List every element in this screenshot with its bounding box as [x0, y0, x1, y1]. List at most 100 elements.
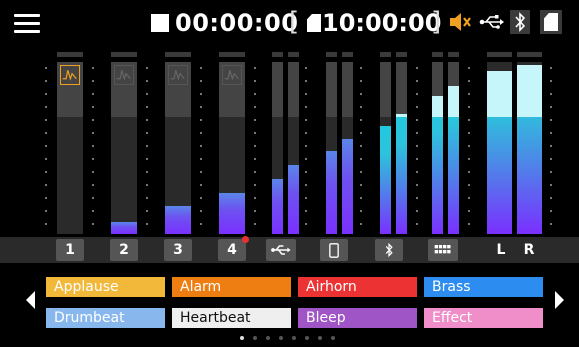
elapsed-time: 00:00:00 — [175, 9, 299, 37]
scale-dot — [146, 171, 148, 173]
scale-dot — [550, 93, 552, 95]
waveform-icon[interactable] — [222, 65, 242, 85]
next-page-icon[interactable] — [555, 291, 564, 309]
meter-cap — [57, 52, 83, 57]
scale-dot — [200, 67, 202, 69]
scale-dot — [45, 67, 47, 69]
menu-icon[interactable] — [14, 13, 40, 35]
scale-dot — [305, 158, 307, 160]
master-R-meter — [517, 62, 542, 234]
scale-dot — [146, 158, 148, 160]
scale-dot — [254, 184, 256, 186]
mixer-screen: 00:00:00 [ 10:00:00 ] 1 2 3 4 L R Applau… — [0, 0, 579, 347]
page-dot[interactable] — [266, 336, 270, 340]
channel-2-meter — [111, 62, 137, 234]
scale-dot — [360, 80, 362, 82]
meter-cap — [448, 52, 459, 57]
scale-dot — [416, 210, 418, 212]
sound-pad-brass[interactable]: Brass — [424, 277, 543, 297]
scale-dot — [146, 106, 148, 108]
scale-dot — [254, 210, 256, 212]
channel-1-label: 1 — [65, 242, 75, 258]
bluetooth-channel-button[interactable] — [375, 239, 403, 261]
meter-headroom — [396, 62, 407, 117]
scale-dot — [254, 67, 256, 69]
scale-dot — [254, 223, 256, 225]
stop-icon[interactable] — [151, 14, 169, 32]
scale-dot — [146, 119, 148, 121]
scale-dot — [468, 184, 470, 186]
smartphone-icon — [329, 243, 339, 258]
sound-pad-effect[interactable]: Effect — [424, 308, 543, 328]
scale-dot — [468, 158, 470, 160]
channel-2-button[interactable]: 2 — [110, 239, 138, 261]
scale-dot — [200, 158, 202, 160]
previous-page-icon[interactable] — [26, 291, 35, 309]
sound-pad-airhorn[interactable]: Airhorn — [298, 277, 417, 297]
scale-dot — [468, 171, 470, 173]
bluetooth-meter-right — [396, 62, 407, 234]
channel-3-label: 3 — [173, 242, 183, 258]
waveform-icon[interactable] — [168, 65, 188, 85]
scale-dot — [92, 184, 94, 186]
sd-card-icon — [307, 14, 321, 32]
bluetooth-icon — [385, 242, 393, 258]
usb-channel-button[interactable] — [266, 239, 296, 261]
scale-dot — [468, 80, 470, 82]
scale-dot — [45, 171, 47, 173]
scale-dot — [360, 145, 362, 147]
sound-pad-heartbeat[interactable]: Heartbeat — [172, 308, 291, 328]
sound-pad-applause[interactable]: Applause — [46, 277, 165, 297]
scale-dot — [254, 171, 256, 173]
phone-channel-button[interactable] — [320, 239, 348, 261]
master-R-level — [517, 65, 542, 234]
scale-dot — [45, 93, 47, 95]
scale-dot — [550, 184, 552, 186]
channel-3-button[interactable]: 3 — [164, 239, 192, 261]
meter-cap — [326, 52, 337, 57]
waveform-icon[interactable] — [114, 65, 134, 85]
usb-icon — [271, 245, 291, 255]
scale-dot — [305, 197, 307, 199]
scale-dot — [550, 145, 552, 147]
peak-segment — [432, 96, 443, 117]
scale-dot — [550, 67, 552, 69]
pads-level — [448, 86, 459, 234]
channel-4-button[interactable]: 4 — [218, 236, 249, 261]
page-dot[interactable] — [240, 336, 244, 340]
scale-dot — [254, 106, 256, 108]
channel-3-meter — [165, 62, 191, 234]
scale-dot — [92, 119, 94, 121]
meter-cap — [288, 52, 299, 57]
scale-dot — [200, 171, 202, 173]
scale-dot — [305, 119, 307, 121]
page-dot[interactable] — [253, 336, 257, 340]
scale-dot — [45, 197, 47, 199]
scale-dot — [146, 93, 148, 95]
sound-pad-alarm[interactable]: Alarm — [172, 277, 291, 297]
scale-dot — [360, 132, 362, 134]
scale-dot — [416, 223, 418, 225]
page-dot[interactable] — [331, 336, 335, 340]
page-dot[interactable] — [279, 336, 283, 340]
page-indicator — [0, 336, 579, 342]
scale-dot — [45, 132, 47, 134]
scale-dot — [360, 93, 362, 95]
scale-dot — [92, 171, 94, 173]
remaining-time: 10:00:00 — [322, 9, 442, 37]
sound-pad-bleep[interactable]: Bleep — [298, 308, 417, 328]
scale-dot — [92, 223, 94, 225]
sound-pad-drumbeat[interactable]: Drumbeat — [46, 308, 165, 328]
page-dot[interactable] — [305, 336, 309, 340]
page-dot[interactable] — [318, 336, 322, 340]
mute-icon[interactable] — [448, 10, 472, 34]
sd-card-status-icon — [540, 10, 562, 34]
scale-dot — [92, 67, 94, 69]
meter-cap — [111, 52, 137, 57]
scale-dot — [45, 210, 47, 212]
page-dot[interactable] — [292, 336, 296, 340]
pads-channel-button[interactable] — [428, 239, 458, 261]
waveform-icon[interactable] — [60, 65, 80, 85]
peak-segment — [487, 70, 512, 117]
channel-1-button[interactable]: 1 — [56, 239, 84, 261]
